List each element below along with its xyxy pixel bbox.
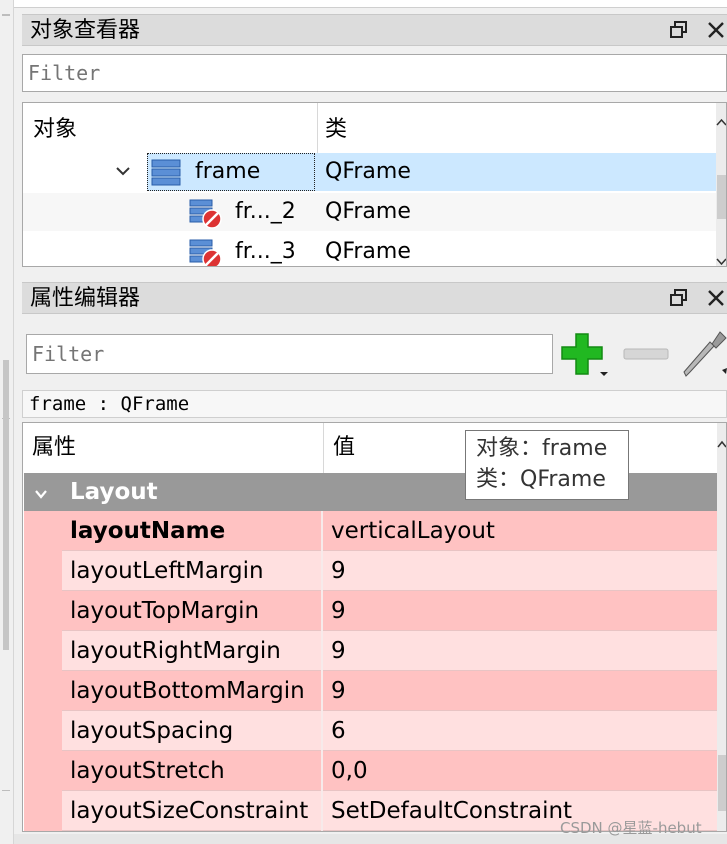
column-separator [321, 711, 323, 751]
property-row[interactable]: layoutStretch 0,0 [24, 751, 717, 791]
top-border [14, 0, 727, 8]
scroll-thumb[interactable] [717, 175, 726, 219]
property-editor-title-bar[interactable]: 属性编辑器 [22, 282, 727, 314]
tree-row-class: QFrame [325, 159, 411, 184]
column-header-object[interactable]: 对象 [33, 105, 77, 155]
current-object-label: frame : QFrame [22, 390, 727, 418]
tree-row-object: fr..._3 [235, 239, 296, 264]
scroll-down-icon[interactable] [716, 251, 726, 266]
broken-layout-icon [189, 239, 223, 266]
property-row[interactable]: layoutRightMargin 9 [24, 631, 717, 671]
remove-icon[interactable] [622, 344, 670, 366]
row-gutter [24, 591, 62, 631]
chevron-down-icon[interactable] [115, 163, 131, 183]
float-icon[interactable] [666, 282, 692, 314]
scroll-thumb[interactable] [718, 755, 726, 811]
property-name: layoutSizeConstraint [70, 798, 309, 824]
group-label: Layout [70, 479, 158, 505]
column-separator [321, 591, 323, 631]
row-gutter [24, 671, 62, 711]
header-divider [323, 423, 324, 473]
object-inspector-title-bar[interactable]: 对象查看器 [22, 14, 727, 46]
tree-row-object: frame [195, 159, 261, 184]
left-dock-strip [0, 0, 14, 844]
column-header-property[interactable]: 属性 [32, 423, 76, 473]
property-name: layoutBottomMargin [70, 678, 305, 704]
property-row[interactable]: layoutBottomMargin 9 [24, 671, 717, 711]
watermark: CSDN @星蓝-hebut [560, 819, 702, 837]
tooltip: 对象：frame 类：QFrame [465, 430, 629, 500]
property-value[interactable]: 6 [331, 711, 346, 751]
chevron-down-icon[interactable] [34, 485, 48, 504]
close-icon[interactable] [704, 14, 727, 46]
float-icon[interactable] [666, 14, 692, 46]
property-value[interactable]: 9 [331, 671, 346, 711]
property-row[interactable]: layoutLeftMargin 9 [24, 551, 717, 591]
property-name: layoutRightMargin [70, 638, 281, 664]
property-name: layoutTopMargin [70, 598, 260, 624]
property-value[interactable]: SetDefaultConstraint [331, 791, 572, 831]
property-row[interactable]: layoutName verticalLayout [24, 511, 717, 551]
property-editor-title: 属性编辑器 [30, 286, 141, 311]
add-icon[interactable] [560, 330, 612, 380]
wrench-icon[interactable] [682, 328, 727, 380]
left-scroll-thumb[interactable] [3, 360, 9, 650]
object-tree: 对象 类 frame QFrame fr..._2 QFrame fr..._3… [22, 102, 727, 267]
property-name: layoutLeftMargin [70, 558, 264, 584]
close-icon[interactable] [704, 282, 727, 314]
tree-row-class: QFrame [325, 199, 411, 224]
row-gutter [24, 791, 62, 831]
property-name: layoutStretch [70, 758, 225, 784]
column-separator [321, 671, 323, 711]
column-separator [321, 631, 323, 671]
row-gutter [24, 511, 62, 551]
column-separator [321, 791, 323, 831]
column-separator [321, 751, 323, 791]
object-filter-input[interactable] [22, 54, 727, 92]
broken-layout-icon [189, 199, 223, 233]
row-gutter [24, 751, 62, 791]
scroll-up-icon[interactable] [717, 433, 726, 452]
object-tree-scrollbar[interactable] [716, 103, 726, 266]
property-row[interactable]: layoutSpacing 6 [24, 711, 717, 751]
property-value[interactable]: verticalLayout [331, 511, 495, 551]
property-value[interactable]: 0,0 [331, 751, 368, 791]
dock-marker [2, 790, 10, 791]
tree-row-class: QFrame [325, 239, 411, 264]
tooltip-object: 对象：frame [476, 436, 608, 461]
row-gutter [24, 631, 62, 671]
property-name: layoutSpacing [70, 718, 234, 744]
column-separator [321, 511, 323, 551]
tooltip-class: 类：QFrame [476, 467, 606, 492]
property-value[interactable]: 9 [331, 591, 346, 631]
dock-marker [2, 14, 10, 16]
column-separator [321, 551, 323, 591]
property-filter-input[interactable] [26, 334, 553, 374]
scroll-up-icon[interactable] [716, 115, 726, 129]
row-gutter [24, 551, 62, 591]
property-name: layoutName [70, 518, 226, 544]
header-divider [317, 103, 318, 153]
object-inspector-title: 对象查看器 [30, 18, 141, 43]
property-row[interactable]: layoutTopMargin 9 [24, 591, 717, 631]
layout-widget-icon [151, 159, 181, 191]
tree-row-object: fr..._2 [235, 199, 296, 224]
property-value[interactable]: 9 [331, 631, 346, 671]
row-gutter [24, 711, 62, 751]
column-header-value[interactable]: 值 [333, 423, 355, 473]
property-table-scrollbar[interactable] [717, 423, 726, 831]
column-header-class[interactable]: 类 [325, 105, 347, 155]
property-value[interactable]: 9 [331, 551, 346, 591]
